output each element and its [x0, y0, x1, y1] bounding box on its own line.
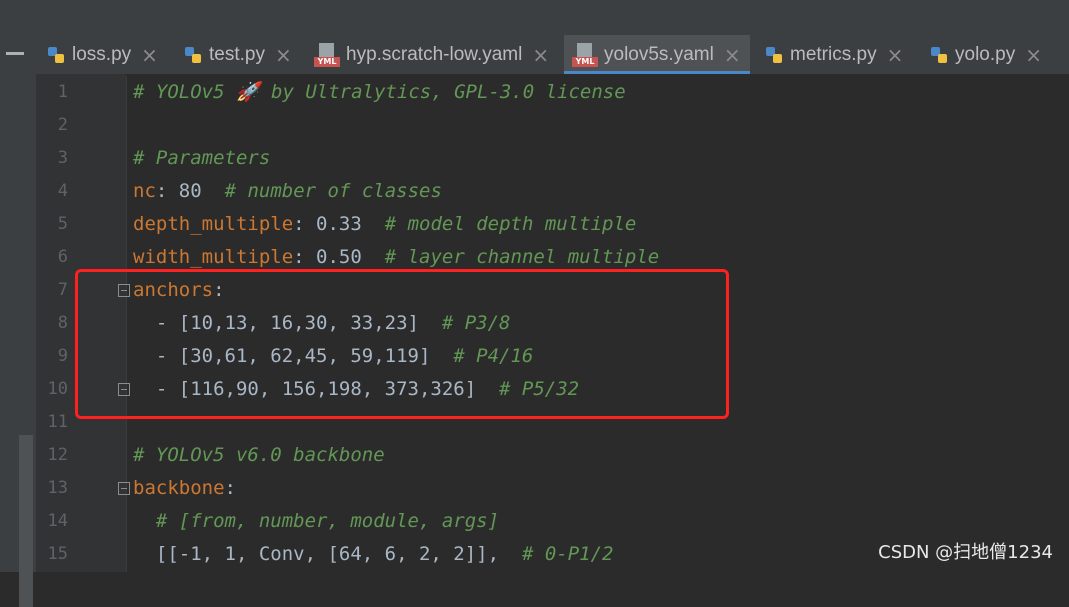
code-line: 12 # YOLOv5 v6.0 backbone — [36, 439, 1069, 472]
tab-label: metrics.py — [790, 43, 877, 65]
window-top-bar — [0, 0, 1069, 35]
line-number: 4 — [57, 181, 68, 201]
code-line: 13 backbone: — [36, 472, 1069, 505]
code-line: 1 # YOLOv5 🚀 by Ultralytics, GPL-3.0 lic… — [36, 76, 1069, 109]
anchors-highlight-box — [75, 269, 729, 419]
line-number: 15 — [47, 544, 68, 564]
code-comment: # 0-P1/2 — [521, 543, 614, 565]
code-comment: # model depth multiple — [384, 213, 637, 235]
tab-yolov5s-yaml[interactable]: YML yolov5s.yaml × — [564, 35, 750, 75]
yaml-value: 0.50 — [316, 246, 362, 268]
yaml-file-icon: YML — [314, 42, 340, 67]
yaml-key: width_multiple — [133, 246, 294, 268]
tab-label: yolo.py — [955, 43, 1016, 65]
code-comment: # number of classes — [224, 180, 442, 202]
yaml-value: 0.33 — [316, 213, 362, 235]
yaml-file-icon: YML — [572, 42, 598, 67]
code-comment: # YOLOv5 v6.0 backbone — [133, 444, 385, 466]
line-number: 14 — [47, 511, 68, 531]
code-text[interactable]: backbone: — [133, 472, 236, 505]
close-icon[interactable]: × — [887, 43, 904, 67]
code-text[interactable]: # Parameters — [133, 142, 270, 175]
code-comment: # [from, number, module, args] — [155, 510, 500, 532]
close-icon[interactable]: × — [275, 43, 292, 67]
python-file-icon — [185, 46, 201, 63]
code-text[interactable]: # YOLOv5 🚀 by Ultralytics, GPL-3.0 licen… — [133, 76, 626, 109]
tab-test-py[interactable]: test.py × — [183, 35, 292, 74]
tab-label: yolov5s.yaml — [604, 43, 714, 65]
line-number: 9 — [57, 346, 68, 366]
code-text[interactable]: # [from, number, module, args] — [133, 505, 499, 538]
code-line: 5 depth_multiple: 0.33 # model depth mul… — [36, 208, 1069, 241]
code-text[interactable]: # YOLOv5 v6.0 backbone — [133, 439, 385, 472]
tab-label: loss.py — [72, 43, 132, 65]
close-icon[interactable]: × — [724, 43, 741, 67]
code-line: 2 — [36, 109, 1069, 142]
line-number: 5 — [57, 214, 68, 234]
code-text[interactable]: nc: 80 # number of classes — [133, 175, 442, 208]
yaml-key: depth_multiple — [133, 213, 294, 235]
line-number: 7 — [57, 280, 68, 300]
watermark: CSDN @扫地僧1234 — [878, 542, 1053, 563]
line-number: 11 — [47, 412, 68, 432]
code-line: 4 nc: 80 # number of classes — [36, 175, 1069, 208]
python-file-icon — [48, 46, 64, 63]
editor-tab-bar: loss.py × test.py × YML hyp.scratch-low.… — [36, 35, 1069, 75]
code-line: 14 # [from, number, module, args] — [36, 505, 1069, 538]
scrollbar[interactable] — [19, 435, 33, 607]
tool-window-strip — [0, 35, 36, 607]
yaml-key: backbone — [133, 477, 225, 499]
line-number: 13 — [47, 478, 68, 498]
close-icon[interactable]: × — [532, 43, 549, 67]
line-number: 8 — [57, 313, 68, 333]
code-comment: # layer channel multiple — [384, 246, 660, 268]
tab-metrics-py[interactable]: metrics.py × — [764, 35, 903, 74]
code-comment: # YOLOv5 🚀 by Ultralytics, GPL-3.0 licen… — [133, 81, 626, 103]
fold-toggle-icon[interactable] — [118, 482, 130, 495]
tab-loss-py[interactable]: loss.py × — [46, 35, 158, 74]
line-number: 10 — [47, 379, 68, 399]
code-text[interactable]: [[-1, 1, Conv, [64, 6, 2, 2]], # 0-P1/2 — [133, 538, 614, 571]
python-file-icon — [931, 46, 947, 63]
line-number: 12 — [47, 445, 68, 465]
tab-yolo-py[interactable]: yolo.py × — [929, 35, 1042, 74]
close-icon[interactable]: × — [1025, 43, 1042, 67]
tab-hyp-scratch-low-yaml[interactable]: YML hyp.scratch-low.yaml × — [314, 35, 549, 74]
close-icon[interactable]: × — [141, 43, 158, 67]
code-text[interactable]: depth_multiple: 0.33 # model depth multi… — [133, 208, 636, 241]
tab-label: hyp.scratch-low.yaml — [346, 43, 523, 65]
hide-panel-icon[interactable] — [6, 52, 24, 55]
yaml-key: nc — [133, 180, 156, 202]
yaml-value: 80 — [178, 180, 202, 202]
code-comment: # Parameters — [133, 147, 271, 169]
line-number: 2 — [57, 115, 68, 135]
line-number: 3 — [57, 148, 68, 168]
line-number: 6 — [57, 247, 68, 267]
code-line: 3 # Parameters — [36, 142, 1069, 175]
tab-label: test.py — [209, 43, 265, 65]
python-file-icon — [766, 46, 782, 63]
line-number: 1 — [57, 82, 68, 102]
